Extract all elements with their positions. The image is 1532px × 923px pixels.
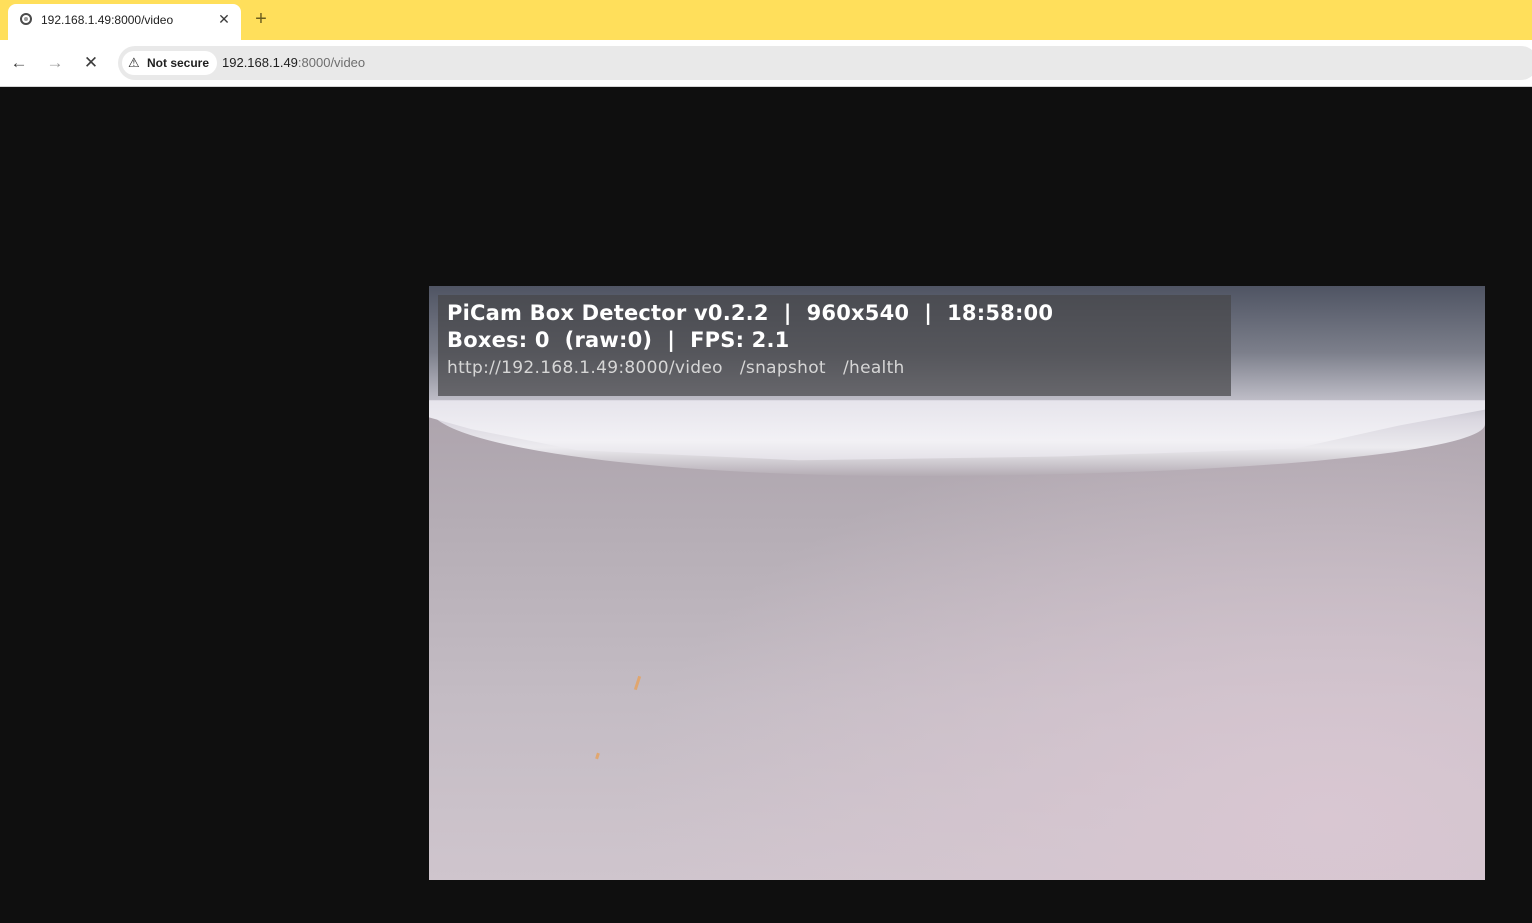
back-button[interactable]: ← — [8, 52, 30, 74]
warning-icon: ⚠ — [128, 55, 140, 70]
close-tab-icon[interactable]: ✕ — [216, 11, 232, 27]
overlay-status-line: PiCam Box Detector v0.2.2 | 960x540 | 18… — [447, 301, 1054, 325]
loading-spinner-icon — [20, 13, 32, 25]
forward-button[interactable]: → — [44, 52, 66, 74]
camera-scene-speck — [595, 752, 600, 760]
video-info-overlay: PiCam Box Detector v0.2.2 | 960x540 | 18… — [438, 295, 1231, 396]
url-path: :8000/video — [297, 55, 366, 70]
overlay-detection-line: Boxes: 0 (raw:0) | FPS: 2.1 — [447, 328, 790, 352]
security-indicator[interactable]: ⚠ Not secure — [122, 51, 218, 75]
url-text[interactable]: 192.168.1.49:8000/video — [222, 55, 365, 70]
camera-scene-speck — [633, 675, 642, 691]
overlay-endpoints-line: http://192.168.1.49:8000/video /snapshot… — [447, 358, 905, 378]
stop-loading-button[interactable]: ✕ — [80, 52, 102, 74]
tab-strip: 192.168.1.49:8000/video ✕ + — [0, 0, 1532, 40]
address-bar[interactable]: ⚠ Not secure 192.168.1.49:8000/video — [118, 46, 1532, 80]
security-label: Not secure — [147, 56, 210, 70]
new-tab-button[interactable]: + — [250, 8, 272, 30]
tab-video[interactable]: 192.168.1.49:8000/video ✕ — [8, 4, 241, 40]
browser-window: 192.168.1.49:8000/video ✕ + ← → ✕ ⚠ Not … — [0, 0, 1532, 923]
page-content: PiCam Box Detector v0.2.2 | 960x540 | 18… — [0, 87, 1532, 923]
video-stream: PiCam Box Detector v0.2.2 | 960x540 | 18… — [429, 286, 1485, 880]
tab-title: 192.168.1.49:8000/video — [41, 13, 174, 27]
toolbar: ← → ✕ ⚠ Not secure 192.168.1.49:8000/vid… — [0, 40, 1532, 87]
url-host: 192.168.1.49 — [222, 55, 298, 70]
